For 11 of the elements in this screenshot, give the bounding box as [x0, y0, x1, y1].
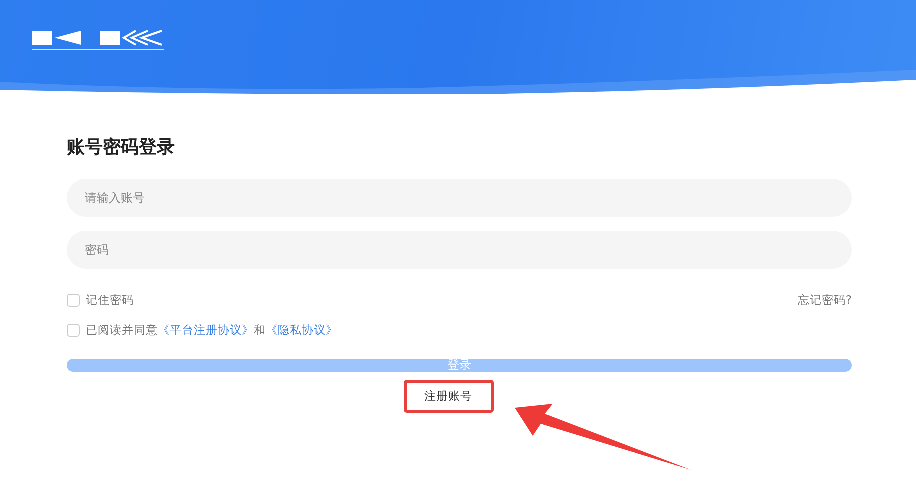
- password-field[interactable]: 密码: [67, 231, 852, 269]
- account-field[interactable]: 请输入账号: [67, 179, 852, 217]
- remember-label: 记住密码: [86, 292, 134, 308]
- login-title: 账号密码登录: [67, 136, 176, 159]
- forgot-password-link[interactable]: 忘记密码?: [798, 292, 852, 308]
- agreement-link[interactable]: 《平台注册协议》: [158, 322, 254, 336]
- checkbox[interactable]: [67, 324, 80, 336]
- register-link[interactable]: 注册账号: [424, 389, 472, 404]
- agreement-link[interactable]: 《隐私协议》: [266, 322, 338, 336]
- checkbox[interactable]: [67, 294, 80, 306]
- agreement-text: 已阅读并同意《平台注册协议》和《隐私协议》: [86, 322, 338, 338]
